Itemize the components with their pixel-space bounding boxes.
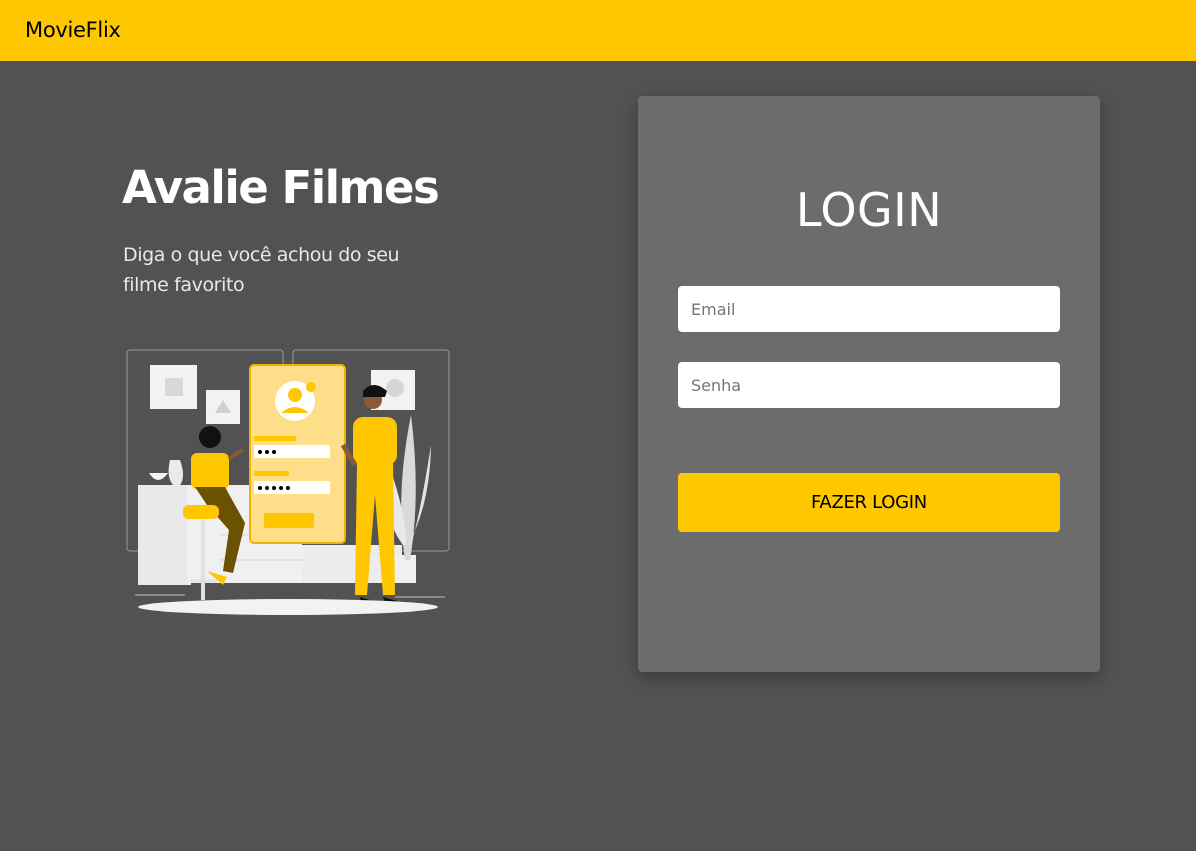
hero-subtitle: Diga o que você achou do seu filme favor…: [123, 244, 400, 296]
hero-title: Avalie Filmes: [122, 161, 440, 214]
login-button[interactable]: FAZER LOGIN: [678, 473, 1060, 532]
login-title: LOGIN: [795, 183, 943, 237]
brand-logo[interactable]: MovieFlix: [25, 15, 121, 45]
email-input[interactable]: [678, 286, 1060, 332]
login-illustration-icon: [126, 349, 450, 615]
navbar: MovieFlix: [0, 0, 1196, 61]
password-input[interactable]: [678, 362, 1060, 408]
